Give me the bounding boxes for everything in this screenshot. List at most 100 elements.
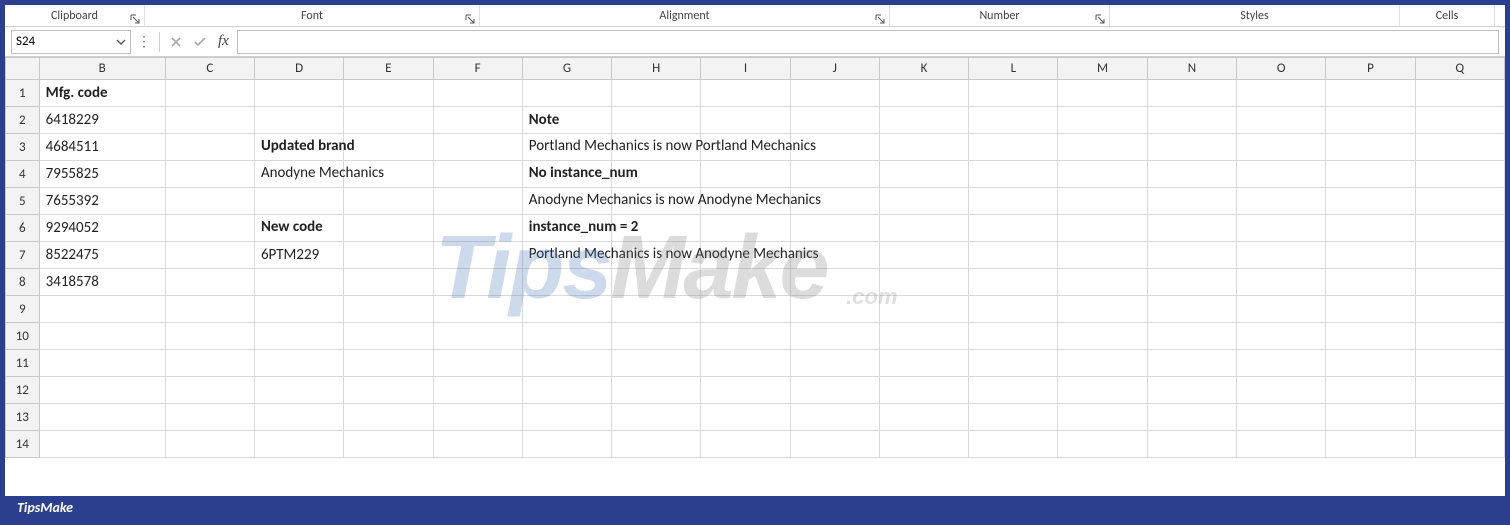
cell[interactable] — [254, 377, 343, 404]
cell[interactable] — [1326, 269, 1415, 296]
cell[interactable] — [39, 404, 165, 431]
column-header[interactable]: P — [1326, 58, 1415, 80]
cell[interactable]: Updated brand — [254, 134, 343, 161]
cell[interactable] — [1147, 404, 1236, 431]
cell[interactable] — [1058, 296, 1147, 323]
cell[interactable] — [1326, 296, 1415, 323]
cell[interactable] — [344, 242, 433, 269]
cell[interactable] — [1237, 161, 1326, 188]
cell[interactable] — [165, 431, 254, 458]
cell[interactable] — [344, 323, 433, 350]
cell[interactable] — [1415, 242, 1504, 269]
cell[interactable] — [39, 431, 165, 458]
cell[interactable] — [879, 161, 968, 188]
cell[interactable] — [1147, 188, 1236, 215]
cell[interactable] — [1237, 80, 1326, 107]
row-header[interactable]: 11 — [6, 350, 40, 377]
cell[interactable] — [969, 377, 1058, 404]
cell[interactable] — [1326, 350, 1415, 377]
cell[interactable] — [1147, 431, 1236, 458]
cell[interactable] — [165, 323, 254, 350]
cell[interactable]: 6PTM229 — [254, 242, 343, 269]
cell[interactable] — [344, 80, 433, 107]
cell[interactable] — [790, 350, 879, 377]
cell[interactable] — [1058, 404, 1147, 431]
cell[interactable] — [701, 161, 790, 188]
cell[interactable]: 9294052 — [39, 215, 165, 242]
cell[interactable] — [1326, 80, 1415, 107]
cell[interactable]: Portland Mechanics is now Anodyne Mechan… — [522, 242, 611, 269]
cell[interactable] — [1415, 215, 1504, 242]
cell[interactable] — [1237, 269, 1326, 296]
row-header[interactable]: 10 — [6, 323, 40, 350]
cell[interactable] — [165, 215, 254, 242]
cell[interactable] — [433, 431, 522, 458]
cell[interactable]: Note — [522, 107, 611, 134]
cell[interactable] — [1326, 404, 1415, 431]
cell[interactable] — [1326, 188, 1415, 215]
cell[interactable] — [344, 134, 433, 161]
cell[interactable] — [1147, 296, 1236, 323]
cell[interactable] — [1147, 242, 1236, 269]
cell[interactable] — [39, 350, 165, 377]
cell[interactable] — [612, 269, 701, 296]
fx-label[interactable]: fx — [214, 33, 233, 50]
enter-formula-button[interactable] — [190, 32, 210, 52]
chevron-down-icon[interactable] — [116, 37, 126, 47]
cell[interactable] — [701, 296, 790, 323]
cell[interactable] — [165, 107, 254, 134]
cell[interactable] — [344, 188, 433, 215]
dialog-launcher-icon[interactable] — [130, 14, 140, 24]
cell[interactable] — [879, 215, 968, 242]
cell[interactable] — [1415, 161, 1504, 188]
cell[interactable] — [790, 404, 879, 431]
cell[interactable] — [969, 80, 1058, 107]
column-header[interactable]: K — [879, 58, 968, 80]
cell[interactable] — [1058, 323, 1147, 350]
cell[interactable] — [522, 431, 611, 458]
cell[interactable] — [433, 323, 522, 350]
cell[interactable] — [1326, 107, 1415, 134]
cell[interactable] — [522, 80, 611, 107]
column-header[interactable]: E — [344, 58, 433, 80]
cell[interactable] — [701, 323, 790, 350]
cell[interactable] — [1415, 323, 1504, 350]
row-header[interactable]: 4 — [6, 161, 40, 188]
cell[interactable] — [1237, 296, 1326, 323]
cell[interactable] — [1058, 161, 1147, 188]
cell[interactable] — [433, 350, 522, 377]
cell[interactable] — [1326, 242, 1415, 269]
cell[interactable] — [344, 215, 433, 242]
cell[interactable] — [433, 134, 522, 161]
cell[interactable] — [879, 323, 968, 350]
cell[interactable] — [1237, 404, 1326, 431]
cell[interactable]: 7955825 — [39, 161, 165, 188]
cell[interactable] — [165, 404, 254, 431]
cell[interactable] — [612, 323, 701, 350]
column-header[interactable]: B — [39, 58, 165, 80]
cell[interactable] — [1237, 134, 1326, 161]
cell[interactable] — [1326, 134, 1415, 161]
cell[interactable] — [1415, 188, 1504, 215]
cell[interactable]: 7655392 — [39, 188, 165, 215]
cell[interactable] — [254, 323, 343, 350]
cell[interactable] — [522, 377, 611, 404]
cell[interactable] — [39, 377, 165, 404]
cell[interactable] — [969, 296, 1058, 323]
cell[interactable] — [969, 188, 1058, 215]
cell[interactable] — [1326, 377, 1415, 404]
cell[interactable] — [1058, 377, 1147, 404]
cell[interactable] — [1415, 269, 1504, 296]
cell[interactable] — [433, 188, 522, 215]
row-header[interactable]: 7 — [6, 242, 40, 269]
cell[interactable] — [522, 269, 611, 296]
cell[interactable] — [612, 404, 701, 431]
cell[interactable] — [165, 269, 254, 296]
cell[interactable] — [1058, 215, 1147, 242]
cell[interactable] — [879, 269, 968, 296]
cell[interactable] — [790, 323, 879, 350]
row-header[interactable]: 13 — [6, 404, 40, 431]
cell[interactable] — [969, 431, 1058, 458]
cell[interactable]: 4684511 — [39, 134, 165, 161]
cell[interactable] — [1237, 323, 1326, 350]
